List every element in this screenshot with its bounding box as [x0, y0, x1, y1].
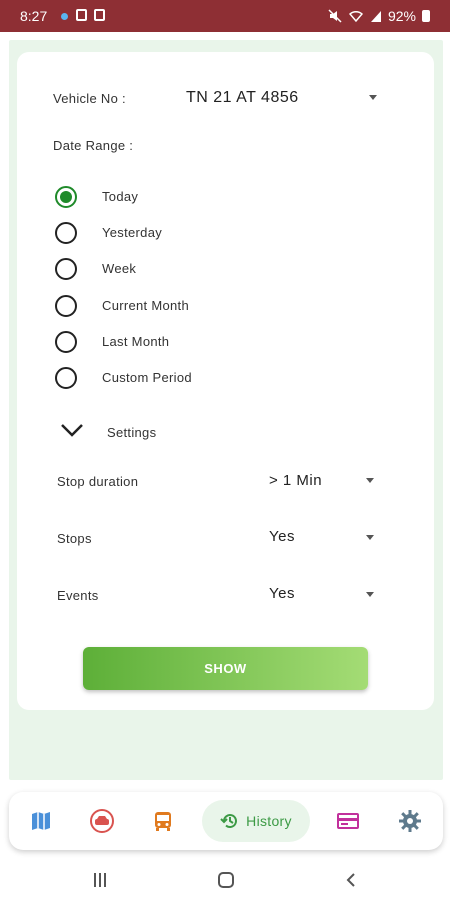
bottom-nav: History — [9, 792, 443, 850]
signal-icon — [370, 11, 381, 22]
bus-icon — [155, 812, 171, 831]
battery-percent: 92% — [387, 8, 416, 24]
show-button[interactable]: SHOW — [83, 647, 368, 690]
radio-button[interactable] — [55, 331, 77, 353]
nav-vehicle[interactable] — [87, 806, 117, 836]
nav-card[interactable] — [333, 806, 363, 836]
radio-option-last-month[interactable]: Last Month — [55, 330, 355, 356]
settings-label: Settings — [107, 425, 157, 440]
back-icon[interactable] — [345, 872, 357, 888]
nav-map[interactable] — [26, 806, 56, 836]
events-select[interactable]: Yes — [262, 580, 382, 610]
stops-label: Stops — [57, 531, 92, 546]
radio-button[interactable] — [55, 295, 77, 317]
stop-duration-value: > 1 Min — [269, 472, 323, 489]
stops-select[interactable]: Yes — [262, 523, 382, 553]
notification-icon — [76, 9, 87, 21]
vehicle-value: TN 21 AT 4856 — [186, 89, 299, 106]
radio-label: Yesterday — [102, 225, 163, 240]
stops-value: Yes — [269, 528, 295, 545]
radio-label: Last Month — [102, 334, 170, 349]
dropdown-caret-icon — [366, 592, 374, 597]
stop-duration-select[interactable]: > 1 Min — [262, 466, 382, 496]
history-icon — [220, 814, 238, 829]
dropdown-caret-icon — [369, 95, 377, 100]
radio-button[interactable] — [55, 222, 77, 244]
status-time: 8:27 — [20, 8, 48, 24]
radio-label: Week — [102, 261, 137, 276]
radio-button[interactable] — [55, 258, 77, 280]
events-value: Yes — [269, 585, 295, 602]
nav-history[interactable]: History — [202, 800, 310, 842]
radio-option-yesterday[interactable]: Yesterday — [55, 221, 355, 247]
radio-option-custom-period[interactable]: Custom Period — [55, 366, 355, 392]
home-icon[interactable] — [217, 872, 235, 888]
radio-option-today[interactable]: Today — [55, 185, 355, 211]
radio-button-checked[interactable] — [55, 186, 77, 208]
car-icon — [90, 809, 114, 833]
system-nav-bar — [0, 860, 450, 900]
dropdown-caret-icon — [366, 535, 374, 540]
map-icon — [32, 812, 50, 830]
nav-history-label: History — [246, 813, 292, 829]
status-bar: 8:27 92% — [0, 0, 450, 32]
radio-label: Today — [102, 189, 139, 204]
chevron-down-icon — [61, 424, 83, 437]
vehicle-select[interactable]: TN 21 AT 4856 — [180, 84, 390, 114]
date-range-label: Date Range : — [53, 138, 134, 153]
card-icon — [337, 813, 359, 829]
radio-button[interactable] — [55, 367, 77, 389]
nav-bus[interactable] — [148, 806, 178, 836]
notification-dot-icon — [61, 13, 68, 20]
settings-toggle[interactable]: Settings — [58, 418, 198, 444]
recent-apps-icon[interactable] — [92, 872, 108, 888]
radio-label: Current Month — [102, 298, 189, 313]
status-right: 92% — [328, 8, 430, 24]
vehicle-label: Vehicle No : — [53, 91, 126, 106]
radio-label: Custom Period — [102, 370, 192, 385]
image-notification-icon — [94, 9, 105, 21]
radio-option-week[interactable]: Week — [55, 257, 355, 283]
dropdown-caret-icon — [366, 478, 374, 483]
stop-duration-label: Stop duration — [57, 474, 139, 489]
radio-option-current-month[interactable]: Current Month — [55, 294, 355, 320]
wifi-icon — [348, 10, 364, 23]
battery-icon — [422, 10, 430, 22]
events-label: Events — [57, 588, 99, 603]
gear-icon — [399, 810, 421, 832]
nav-settings[interactable] — [395, 806, 425, 836]
mute-icon — [328, 9, 342, 23]
